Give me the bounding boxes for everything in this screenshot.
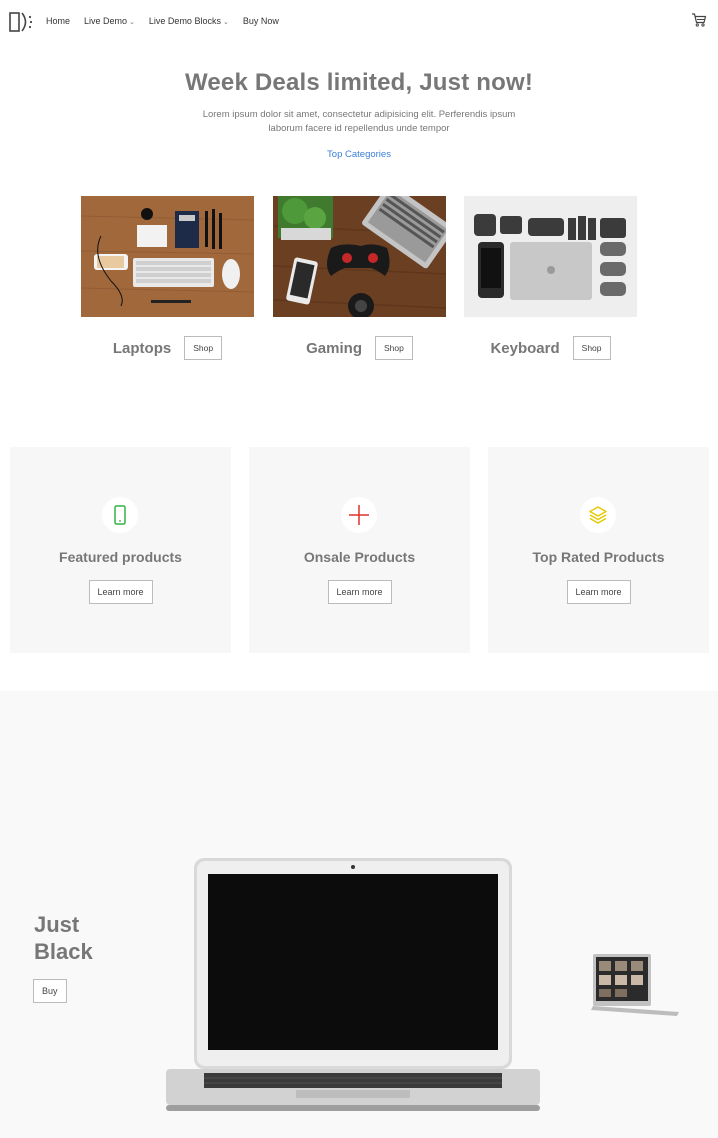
laptop-image xyxy=(166,858,540,1111)
plus-icon xyxy=(349,505,369,525)
category-card-gaming: Gaming Shop xyxy=(272,183,454,360)
gaming-image xyxy=(272,183,454,319)
category-card-laptops: Laptops Shop xyxy=(80,196,255,360)
category-name-gaming: Gaming xyxy=(306,339,362,357)
banner-title: Just Black xyxy=(34,911,93,965)
phone-icon xyxy=(114,505,126,525)
hero-subtitle: Lorem ipsum dolor sit amet, consectetur … xyxy=(202,109,516,134)
category-name-keyboard: Keyboard xyxy=(490,339,560,357)
learn-more-button[interactable]: Learn more xyxy=(566,580,631,604)
buy-button[interactable]: Buy xyxy=(33,979,67,1003)
page-title: Week Deals limited, Just now! xyxy=(184,69,534,96)
shop-keyboard-button[interactable]: Shop xyxy=(572,336,611,360)
nav-live-demo[interactable]: Live Demo ⌄ xyxy=(84,16,135,26)
category-name-laptops: Laptops xyxy=(112,339,172,357)
chevron-down-icon: ⌄ xyxy=(222,19,229,26)
feature-icon-wrap xyxy=(580,497,616,533)
shop-laptops-button[interactable]: Shop xyxy=(184,336,223,360)
nav-live-demo-blocks-label: Live Demo Blocks xyxy=(148,16,221,26)
nav-live-demo-blocks[interactable]: Live Demo Blocks ⌄ xyxy=(149,16,229,26)
top-categories-link[interactable]: Top Categories xyxy=(0,149,718,160)
logo-icon[interactable] xyxy=(9,12,33,32)
learn-more-button[interactable]: Learn more xyxy=(88,580,153,604)
shop-gaming-button[interactable]: Shop xyxy=(374,336,413,360)
chevron-down-icon: ⌄ xyxy=(129,19,135,26)
feature-box-featured: Featured products Learn more xyxy=(10,447,231,653)
feature-box-onsale: Onsale Products Learn more xyxy=(249,447,470,653)
feature-title: Featured products xyxy=(59,549,182,565)
nav-live-demo-label: Live Demo xyxy=(84,16,128,26)
promo-banner: Just Black Buy xyxy=(0,691,718,1138)
banner-title-line2: Black xyxy=(34,939,93,964)
small-laptop-image xyxy=(591,954,679,1016)
nav-buy-now[interactable]: Buy Now xyxy=(243,16,279,26)
keyboard-image xyxy=(464,196,637,317)
feature-title: Onsale Products xyxy=(303,549,416,565)
layers-icon xyxy=(589,506,607,524)
cart-icon[interactable] xyxy=(691,12,707,28)
category-card-keyboard: Keyboard Shop xyxy=(464,196,637,360)
laptops-image xyxy=(80,196,255,317)
banner-title-line1: Just xyxy=(34,912,80,937)
top-nav: Home Live Demo ⌄ Live Demo Blocks ⌄ Buy No… xyxy=(0,0,718,44)
learn-more-button[interactable]: Learn more xyxy=(327,580,392,604)
feature-icon-wrap xyxy=(341,497,377,533)
feature-title: Top Rated Products xyxy=(532,549,665,565)
feature-icon-wrap xyxy=(102,497,138,533)
nav-home[interactable]: Home xyxy=(46,16,70,26)
feature-box-top-rated: Top Rated Products Learn more xyxy=(488,447,709,653)
